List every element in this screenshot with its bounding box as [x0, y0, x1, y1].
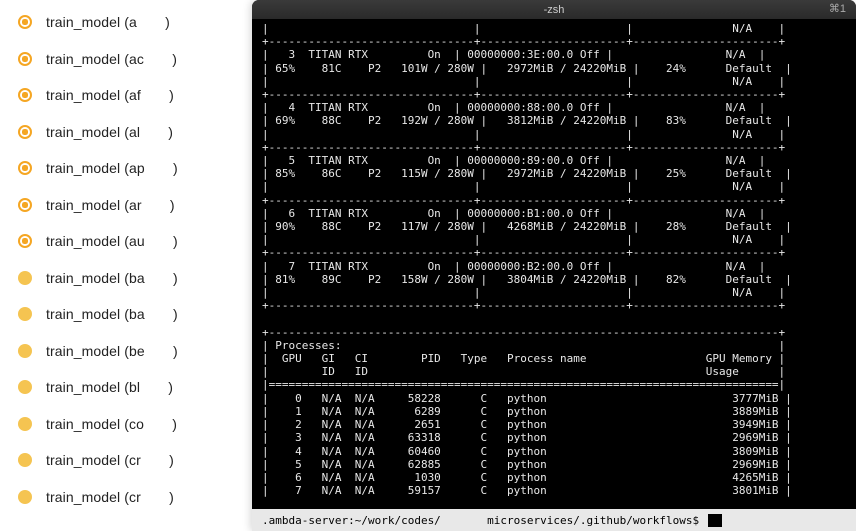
sidebar-item-label: train_model (cr ) [46, 489, 174, 505]
app-root: train_model (a ) train_model (ac ) train_m… [0, 0, 856, 531]
prompt-path-gap [441, 514, 487, 527]
status-running-icon [18, 125, 32, 139]
status-running-icon [18, 15, 32, 29]
sidebar-item-label: train_model (af ) [46, 87, 174, 103]
prompt-path-right: microservices/.github/workflows$ [487, 514, 706, 527]
sidebar-item-label: train_model (bl ) [46, 379, 173, 395]
sidebar-item-job[interactable]: train_model (au ) [0, 223, 252, 260]
sidebar-item-label: train_model (al ) [46, 124, 173, 140]
sidebar-item-label: train_model (co ) [46, 416, 177, 432]
sidebar-item-label: train_model (be ) [46, 343, 178, 359]
status-running-icon [18, 52, 32, 66]
status-queued-icon [18, 380, 32, 394]
sidebar-item-job[interactable]: train_model (ap ) [0, 150, 252, 187]
status-running-icon [18, 234, 32, 248]
sidebar-item-job[interactable]: train_model (cr ) [0, 442, 252, 479]
terminal-prompt[interactable]: .ambda-server:~/work/codes/ microservice… [252, 509, 856, 531]
sidebar-item-label: train_model (ba ) [46, 306, 178, 322]
sidebar-item-label: train_model (ba ) [46, 270, 178, 286]
sidebar-item-label: train_model (ap ) [46, 160, 178, 176]
sidebar-item-job[interactable]: train_model (al ) [0, 114, 252, 151]
terminal-output[interactable]: | | | N/A | +---------------------------… [252, 20, 856, 509]
sidebar-item-label: train_model (ar ) [46, 197, 175, 213]
terminal-window: -zsh ⌘1 | | | N/A | +-------------------… [252, 0, 856, 531]
sidebar-item-label: train_model (cr ) [46, 452, 174, 468]
sidebar-item-job[interactable]: train_model (a ) [0, 4, 252, 41]
sidebar-item-job[interactable]: train_model (cr ) [0, 479, 252, 516]
terminal-shortcut-badge: ⌘1 [829, 2, 846, 15]
status-running-icon [18, 161, 32, 175]
status-running-icon [18, 198, 32, 212]
status-queued-icon [18, 490, 32, 504]
sidebar-item-job[interactable]: train_model (af ) [0, 77, 252, 114]
sidebar-item-label: train_model (au ) [46, 233, 178, 249]
status-queued-icon [18, 307, 32, 321]
sidebar-item-job[interactable]: train_model (ba ) [0, 260, 252, 297]
sidebar-item-label: train_model (a ) [46, 14, 170, 30]
prompt-cursor [708, 514, 723, 527]
sidebar-item-job[interactable]: train_model (be ) [0, 333, 252, 370]
sidebar-item-job[interactable]: train_model (ar ) [0, 187, 252, 224]
sidebar-item-job[interactable]: train_model (ba ) [0, 296, 252, 333]
status-queued-icon [18, 271, 32, 285]
sidebar-item-job[interactable]: train_model (ac ) [0, 41, 252, 78]
job-sidebar: train_model (a ) train_model (ac ) train_m… [0, 0, 252, 531]
prompt-path-left: .ambda-server:~/work/codes/ [262, 514, 441, 527]
status-queued-icon [18, 417, 32, 431]
status-queued-icon [18, 344, 32, 358]
sidebar-item-label: train_model (ac ) [46, 51, 177, 67]
sidebar-item-job[interactable]: train_model (bl ) [0, 369, 252, 406]
status-queued-icon [18, 453, 32, 467]
sidebar-item-job[interactable]: train_model (co ) [0, 406, 252, 443]
status-running-icon [18, 88, 32, 102]
terminal-title: -zsh [544, 4, 565, 16]
terminal-titlebar[interactable]: -zsh ⌘1 [252, 0, 856, 20]
